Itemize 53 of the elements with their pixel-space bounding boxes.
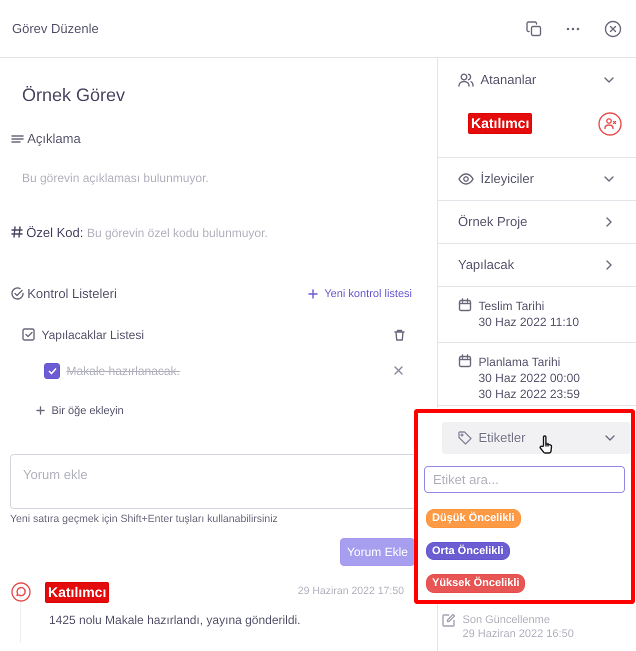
section-label: Açıklama xyxy=(27,130,81,148)
text-align-icon xyxy=(11,134,24,144)
comment-text: 1425 nolu Makale hazırlandı, yayına gönderildi. xyxy=(48,612,302,629)
add-item-button[interactable]: Bir öğe ekleyin xyxy=(35,402,125,420)
update-label: Son Güncellenme xyxy=(462,613,551,627)
remove-user-icon[interactable] xyxy=(598,112,622,136)
section-label: Atananlar xyxy=(480,71,538,89)
tag-icon xyxy=(458,431,472,445)
eye-icon xyxy=(458,173,474,185)
date-label: Teslim Tarihi xyxy=(478,298,546,314)
checklist-item-text: Makale hazırlanacak. xyxy=(66,362,181,380)
close-icon[interactable] xyxy=(394,366,403,375)
description-text: Bu görevin açıklaması bulunmuyor. xyxy=(21,170,210,186)
checkmark-icon xyxy=(48,366,56,374)
calendar-icon xyxy=(458,298,472,312)
tag-chip[interactable]: Düşük Öncelikli xyxy=(426,509,521,528)
section-label: İzleyiciler xyxy=(480,170,535,188)
date-value: 30 Haz 2022 11:10 xyxy=(478,314,580,330)
task-title: Örnek Görev xyxy=(21,84,126,107)
date-value: 30 Haz 2022 23:59 xyxy=(478,386,580,402)
plus-icon xyxy=(36,406,45,416)
comment-time: 29 Haziran 2022 17:50 xyxy=(298,584,404,600)
date-label: Planlama Tarihi xyxy=(478,354,562,370)
close-icon[interactable] xyxy=(604,20,622,38)
checklist-icon xyxy=(22,328,35,341)
author-name: Katılımcı xyxy=(45,582,110,603)
tag-chip[interactable]: Yüksek Öncelikli xyxy=(426,574,526,592)
check-circle-icon xyxy=(11,287,24,300)
users-icon xyxy=(458,72,474,87)
more-icon[interactable] xyxy=(566,26,580,30)
trash-icon[interactable] xyxy=(394,328,405,340)
code-text: Özel Kod: Bu görevin özel kodu bulunmuyor. xyxy=(26,224,268,242)
add-comment-button[interactable]: Yorum Ekle xyxy=(340,538,415,566)
status-label: Yapılacak xyxy=(458,256,516,274)
plus-icon xyxy=(308,288,318,299)
comment-icon xyxy=(11,582,31,602)
window-title: Görev Düzenle xyxy=(12,20,100,38)
hash-icon xyxy=(11,226,23,238)
calendar-icon xyxy=(458,354,472,368)
section-label: Kontrol Listeleri xyxy=(27,285,118,303)
new-checklist-button[interactable]: Yeni kontrol listesi xyxy=(306,284,413,303)
checklist-title: Yapılacaklar Listesi xyxy=(42,326,145,344)
assignee-name: Katılımcı xyxy=(468,113,532,134)
tag-chip[interactable]: Orta Öncelikli xyxy=(426,542,510,560)
tags-button[interactable]: Etiketler xyxy=(442,422,631,454)
tag-search-field[interactable]: Etiket ara... xyxy=(424,466,625,493)
copy-icon[interactable] xyxy=(526,20,542,36)
update-time: 29 Haziran 2022 16:50 xyxy=(462,627,574,641)
pointer-cursor-icon xyxy=(538,435,554,455)
checkbox[interactable] xyxy=(44,362,60,378)
edit-icon xyxy=(442,613,456,627)
date-value: 30 Haz 2022 00:00 xyxy=(478,370,580,386)
project-name: Örnek Proje xyxy=(458,213,528,232)
